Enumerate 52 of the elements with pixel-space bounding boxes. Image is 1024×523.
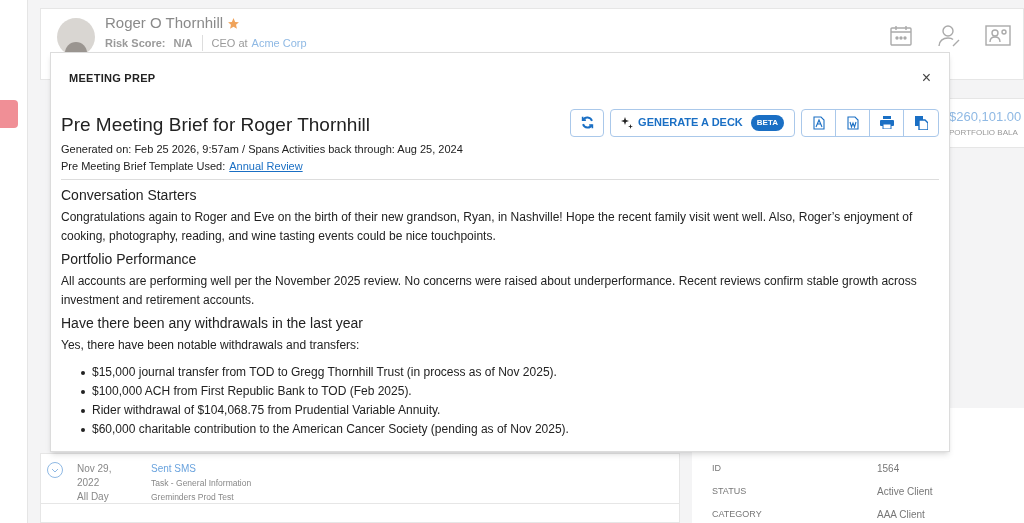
bullet-icon: [81, 408, 85, 413]
copy-icon: [914, 115, 928, 130]
word-file-icon: [846, 115, 859, 130]
section-heading: Have there been any withdrawals in the last year: [61, 314, 364, 332]
detail-label: CATEGORY: [712, 508, 763, 521]
sparkle-icon: [621, 116, 634, 129]
detail-label: STATUS: [712, 485, 748, 498]
section-paragraph: All accounts are performing well per the November 2025 review. No concerns were raised about underperformance. Recent reviews confirm stable growth across investment and retirement accounts.: [61, 273, 918, 309]
detail-value: AAA Client: [877, 508, 925, 521]
star-icon[interactable]: [227, 16, 241, 30]
section-heading: Portfolio Performance: [61, 250, 198, 268]
pdf-file-icon: [812, 115, 825, 130]
beta-badge: BETA: [750, 114, 784, 131]
bullet-icon: [81, 427, 85, 432]
refresh-icon: [580, 116, 594, 129]
dialog-title: MEETING PREP: [69, 71, 156, 86]
role-text: CEO at: [211, 35, 248, 51]
expand-icon[interactable]: [47, 462, 63, 478]
bullet-text: $100,000 ACH from First Republic Bank to TOD (Feb 2025).: [92, 383, 412, 400]
section-paragraph: Congratulations again to Roger and Eve on the birth of their new grandson, Ryan, in Nashville! Hope the recent family visit went well. Also, Roger’s enjoyment of cooking, photography, reading, and wine tasting events could be nice touchpoints.: [61, 209, 914, 245]
close-button[interactable]: ×: [921, 70, 931, 87]
risk-value: N/A: [173, 34, 204, 51]
generated-text: Generated on: Feb 25 2026, 9:57am / Spans Activities back through: Aug 25, 2024: [61, 142, 463, 157]
activity-detail: Task - General Information: [151, 477, 252, 490]
activity-source: Greminders Prod Test: [151, 491, 235, 504]
bullet-icon: [81, 370, 85, 375]
section-paragraph: Yes, there have been notable withdrawals and transfers:: [61, 337, 361, 354]
user-edit-icon[interactable]: [937, 24, 961, 48]
portfolio-label: PORTFOLIO BALA: [949, 126, 1019, 139]
contact-card-icon[interactable]: [985, 24, 1011, 48]
template-label: Pre Meeting Brief Template Used:: [61, 158, 226, 174]
detail-label: ID: [712, 462, 722, 475]
activity-type-link[interactable]: Sent SMS: [151, 462, 252, 476]
risk-label: Risk Score:: [105, 35, 166, 51]
bullet-text: Rider withdrawal of $104,068.75 from Prudential Variable Annuity.: [92, 402, 441, 419]
activity-date: Nov 29,: [77, 462, 113, 476]
generate-deck-button[interactable]: GENERATE A DECK BETA: [610, 108, 795, 137]
portfolio-amount: $260,101.00: [949, 108, 1023, 127]
detail-value: 1564: [877, 462, 900, 475]
print-icon: [879, 116, 894, 129]
bullet-text: $60,000 charitable contribution to the American Cancer Society (pending as of Nov 2025).: [92, 421, 569, 438]
refresh-button[interactable]: [570, 108, 605, 137]
section-heading: Conversation Starters: [61, 186, 198, 204]
activity-time: All Day: [77, 490, 110, 504]
client-name: Roger O Thornhill: [105, 13, 224, 33]
template-link[interactable]: Annual Review: [229, 157, 303, 174]
detail-value: Active Client: [877, 485, 933, 498]
calendar-icon[interactable]: [889, 24, 913, 48]
bullet-text: $15,000 journal transfer from TOD to Gregg Thornhill Trust (in process as of Nov 2025).: [92, 364, 557, 381]
brief-title: Pre Meeting Brief for Roger Thornhill: [61, 112, 372, 137]
activity-year: 2022: [77, 476, 101, 490]
bullet-icon: [81, 389, 85, 394]
